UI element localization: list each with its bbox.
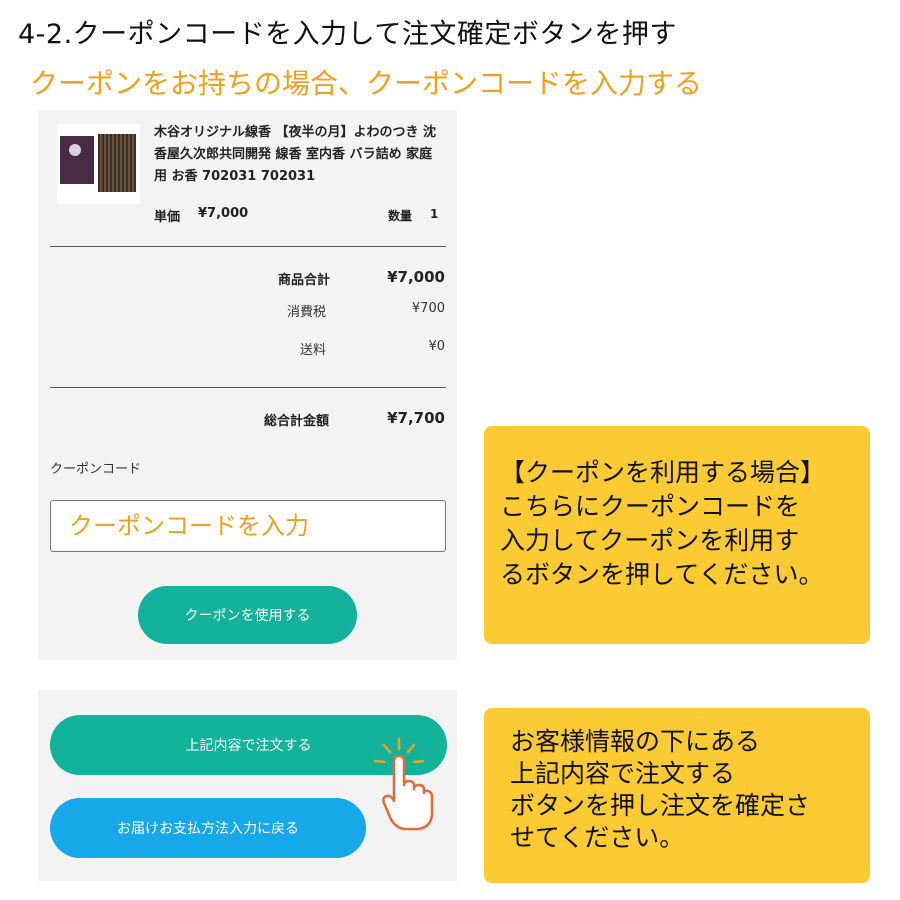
coupon-code-input[interactable]: [50, 500, 446, 552]
total-value: ¥7,700: [387, 409, 445, 427]
unit-price-value: ¥7,000: [198, 206, 249, 221]
coupon-instruction-callout: 【クーポンを利用する場合】 こちらにクーポンコードを 入力してクーポンを利用す …: [484, 426, 870, 644]
incense-package-image: [60, 136, 94, 184]
tax-label: 消費税: [287, 305, 327, 320]
use-coupon-button[interactable]: クーポンを使用する: [138, 586, 357, 644]
divider: [50, 387, 446, 388]
tax-value: ¥700: [411, 301, 445, 316]
unit-price-label: 単価: [154, 210, 181, 225]
product-name: 木谷オリジナル線香 【夜半の月】よわのつき 沈香屋久次郎共同開発 線香 室内香 …: [154, 125, 437, 184]
page-heading: 4-2.クーポンコードを入力して注文確定ボタンを押す: [18, 19, 677, 50]
subtotal-value: ¥7,000: [387, 268, 445, 286]
total-label: 総合計金額: [264, 414, 330, 429]
moon-graphic: [69, 144, 81, 156]
callout-line: せてください。: [510, 823, 685, 852]
shipping-label: 送料: [300, 343, 327, 358]
callout-line: るボタンを押してください。: [500, 560, 824, 589]
incense-sticks-image: [98, 134, 136, 192]
callout-line: 上記内容で注文する: [510, 759, 736, 788]
callout-line: こちらにクーポンコードを: [500, 492, 801, 521]
pointing-hand-icon: [373, 737, 434, 831]
coupon-code-label: クーポンコード: [50, 462, 142, 477]
order-instruction-callout: お客様情報の下にある 上記内容で注文する ボタンを押し注文を確定さ せてください…: [484, 708, 870, 883]
callout-line: 【クーポンを利用する場合】: [500, 458, 826, 487]
cart-summary-panel: 木谷オリジナル線香 【夜半の月】よわのつき 沈香屋久次郎共同開発 線香 室内香 …: [38, 110, 457, 660]
callout-line: 入力してクーポンを利用す: [500, 526, 800, 555]
shipping-value: ¥0: [428, 339, 445, 354]
product-thumbnail: [57, 124, 140, 204]
back-to-payment-button[interactable]: お届けお支払方法入力に戻る: [50, 798, 366, 858]
page-subheading: クーポンをお持ちの場合、クーポンコードを入力する: [30, 67, 703, 100]
callout-line: ボタンを押し注文を確定さ: [510, 791, 811, 820]
quantity-value: 1: [430, 207, 439, 221]
divider: [50, 246, 446, 247]
subtotal-label: 商品合計: [278, 273, 331, 288]
quantity-label: 数量: [388, 209, 413, 223]
callout-line: お客様情報の下にある: [510, 727, 761, 756]
